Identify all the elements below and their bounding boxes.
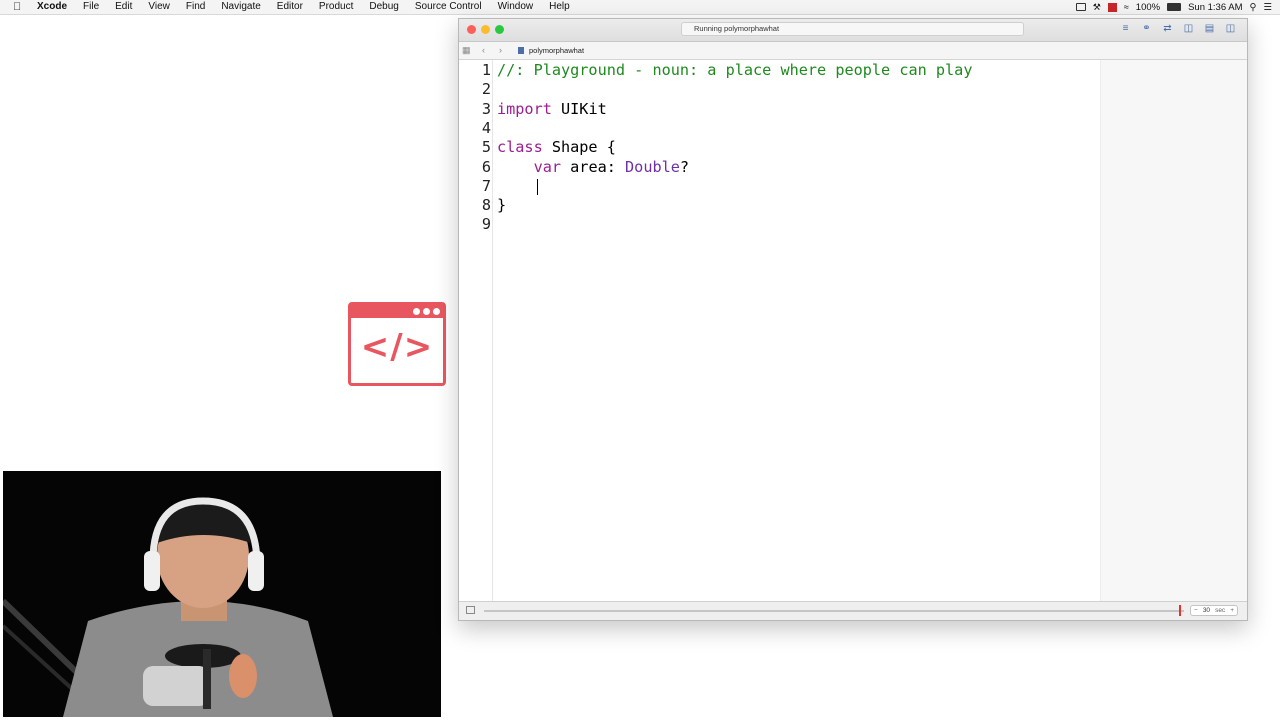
line-number: 2	[481, 80, 491, 99]
navigator-toggle-icon[interactable]: ◫	[1182, 23, 1195, 34]
activity-status: Running polymorphawhat	[681, 22, 1024, 36]
text-cursor	[537, 179, 538, 195]
timeline-duration-stepper[interactable]: − 30 sec +	[1190, 605, 1238, 616]
menu-app-name[interactable]: Xcode	[37, 0, 75, 14]
line-number: 6	[481, 157, 491, 176]
zoom-window-icon[interactable]	[495, 25, 504, 34]
minimize-window-icon[interactable]	[481, 25, 490, 34]
code-token: area:	[561, 157, 626, 176]
battery-icon[interactable]	[1167, 3, 1182, 11]
comment-token: //: Playground - noun: a place where peo…	[497, 61, 973, 79]
related-items-icon[interactable]: ▦	[462, 45, 471, 56]
recording-icon[interactable]	[1107, 2, 1117, 12]
timeline-slider[interactable]	[484, 610, 1184, 612]
logo-dot-icon	[413, 308, 420, 315]
line-number: 4	[481, 118, 491, 137]
playground-bottom-bar: − 30 sec +	[459, 601, 1247, 620]
version-editor-icon[interactable]: ⇄	[1161, 23, 1174, 34]
assistant-editor-icon[interactable]: ⚭	[1140, 23, 1153, 34]
apple-icon[interactable]: 	[13, 1, 27, 13]
hide-debug-area-icon[interactable]	[466, 606, 475, 614]
utilities-toggle-icon[interactable]: ◫	[1224, 23, 1237, 34]
code-token: ?	[679, 157, 690, 176]
line-number: 9	[481, 215, 491, 234]
menu-editor[interactable]: Editor	[269, 0, 311, 14]
code-token: UIKit	[551, 99, 607, 118]
menu-source-control[interactable]: Source Control	[407, 0, 490, 14]
notification-center-icon[interactable]: ☰	[1263, 2, 1272, 13]
increment-icon[interactable]: +	[1230, 607, 1234, 614]
menu-help[interactable]: Help	[541, 0, 578, 14]
line-code[interactable]: import UIKit	[497, 100, 607, 119]
wifi-icon[interactable]: ≈	[1124, 2, 1129, 12]
battery-percent: 100%	[1135, 1, 1161, 13]
menu-edit[interactable]: Edit	[107, 0, 140, 14]
menu-product[interactable]: Product	[311, 0, 361, 14]
line-number: 8	[481, 196, 491, 215]
back-icon[interactable]: ‹	[482, 45, 485, 55]
standard-editor-icon[interactable]: ≡	[1119, 23, 1132, 34]
duration-value: 30	[1202, 607, 1211, 614]
menu-debug[interactable]: Debug	[361, 0, 406, 14]
menu-file[interactable]: File	[75, 0, 107, 14]
spotlight-icon[interactable]: ⚲	[1250, 2, 1257, 13]
line-code[interactable]: class Shape {	[497, 138, 616, 157]
decrement-icon[interactable]: −	[1194, 607, 1198, 614]
jump-bar: ▦ ‹ › polymorphawhat	[459, 42, 1247, 60]
debug-area-toggle-icon[interactable]: ▤	[1203, 23, 1216, 34]
results-sidebar	[1100, 60, 1247, 603]
menu-view[interactable]: View	[140, 0, 178, 14]
close-window-icon[interactable]	[467, 25, 476, 34]
forward-icon[interactable]: ›	[499, 45, 502, 55]
airplay-icon[interactable]	[1075, 3, 1086, 11]
code-window-logo: </>	[348, 302, 446, 386]
playground-file-icon	[518, 47, 524, 54]
line-number: 7	[481, 176, 491, 195]
line-code[interactable]: }	[497, 196, 506, 215]
webcam-overlay	[3, 471, 441, 717]
type-token: Double	[625, 157, 680, 176]
menu-bar:  Xcode File Edit View Find Navigate Edi…	[0, 0, 1280, 15]
keyword-token: var	[533, 157, 562, 176]
code-token: }	[497, 196, 507, 215]
keyword-token: import	[497, 99, 552, 118]
line-number: 5	[481, 138, 491, 157]
menu-window[interactable]: Window	[490, 0, 542, 14]
menu-navigate[interactable]: Navigate	[213, 0, 268, 14]
menubar-status-area: ⚒ ≈ 100% Sun 1:36 AM ⚲ ☰	[1075, 0, 1272, 14]
toolbar-right: ≡ ⚭ ⇄ ◫ ▤ ◫	[1119, 23, 1237, 34]
code-editor[interactable]: 1 //: Playground - noun: a place where pe…	[459, 60, 1247, 603]
breadcrumb-file[interactable]: polymorphawhat	[529, 46, 584, 55]
clock[interactable]: Sun 1:36 AM	[1188, 2, 1242, 13]
duration-unit: sec	[1215, 607, 1226, 614]
line-code[interactable]: var area: Double?	[497, 158, 689, 177]
code-token: Shape {	[542, 138, 616, 157]
logo-dot-icon	[423, 308, 430, 315]
timeline-playhead[interactable]	[1179, 605, 1181, 616]
window-titlebar[interactable]: Running polymorphawhat ≡ ⚭ ⇄ ◫ ▤ ◫	[459, 19, 1247, 42]
presenter-video	[3, 471, 441, 717]
tools-icon[interactable]: ⚒	[1093, 2, 1101, 13]
keyword-token: class	[497, 138, 543, 157]
line-number: 1	[481, 61, 491, 79]
line-number: 3	[481, 99, 491, 118]
menu-find[interactable]: Find	[178, 0, 213, 14]
line-code[interactable]: //: Playground - noun: a place where peo…	[497, 61, 972, 80]
logo-dot-icon	[433, 308, 440, 315]
code-brackets-icon: </>	[360, 327, 434, 367]
xcode-playground-window: Running polymorphawhat ≡ ⚭ ⇄ ◫ ▤ ◫ ▦ ‹ ›…	[458, 18, 1248, 621]
